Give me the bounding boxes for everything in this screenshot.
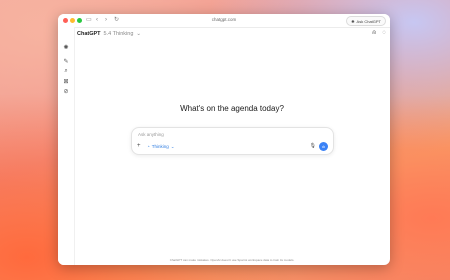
browser-titlebar: ▭ ‹ › ↻ chatgpt.com ✺ Ask ChatGPT: [58, 14, 390, 28]
codex-icon[interactable]: ⊘: [62, 87, 70, 95]
page-title: What's on the agenda today?: [180, 104, 284, 113]
microphone-icon[interactable]: 🎙: [310, 142, 316, 151]
address-bar[interactable]: chatgpt.com: [58, 17, 390, 22]
chevron-down-icon: ⌄: [136, 31, 142, 37]
library-icon[interactable]: ⊠: [62, 77, 70, 85]
browser-window: ▭ ‹ › ↻ chatgpt.com ✺ Ask ChatGPT ✺ ✎ ⌕ …: [58, 14, 390, 265]
openai-logo-icon[interactable]: ✺: [62, 43, 70, 51]
composer-toolbar: + ◔ Thinking ⌄ 🎙 ılı: [137, 142, 328, 151]
search-icon[interactable]: ⌕: [62, 67, 70, 75]
composer: Ask anything + ◔ Thinking ⌄ 🎙 ılı: [131, 127, 334, 155]
share-icon[interactable]: ⍝: [372, 30, 376, 37]
chatgpt-logo-icon: ✺: [351, 18, 355, 24]
chevron-down-icon: ⌄: [170, 144, 175, 149]
model-name: ChatGPT: [77, 31, 101, 37]
sidebar: ✺ ✎ ⌕ ⊠ ⊘: [58, 27, 75, 265]
model-selector[interactable]: ChatGPT 5.4 Thinking ⌄: [77, 31, 141, 37]
voice-waveform-icon: ılı: [321, 144, 326, 149]
add-attachment-icon[interactable]: +: [137, 142, 141, 151]
thinking-chip-label: Thinking: [151, 144, 169, 149]
new-chat-icon[interactable]: ✎: [62, 57, 70, 65]
prompt-input[interactable]: Ask anything: [138, 132, 164, 137]
model-mode: 5.4 Thinking: [103, 31, 134, 37]
temporary-chat-icon[interactable]: ◌: [382, 30, 386, 36]
disclaimer: ChatGPT can make mistakes. OpenAI doesn'…: [169, 258, 295, 262]
thinking-chip[interactable]: ◔ Thinking ⌄: [147, 142, 175, 151]
ask-chatgpt-label: Ask ChatGPT: [356, 18, 381, 24]
avatar[interactable]: [62, 264, 70, 265]
voice-mode-button[interactable]: ılı: [319, 142, 328, 151]
ask-chatgpt-button[interactable]: ✺ Ask ChatGPT: [346, 16, 386, 26]
lightbulb-icon: ◔: [147, 144, 150, 149]
